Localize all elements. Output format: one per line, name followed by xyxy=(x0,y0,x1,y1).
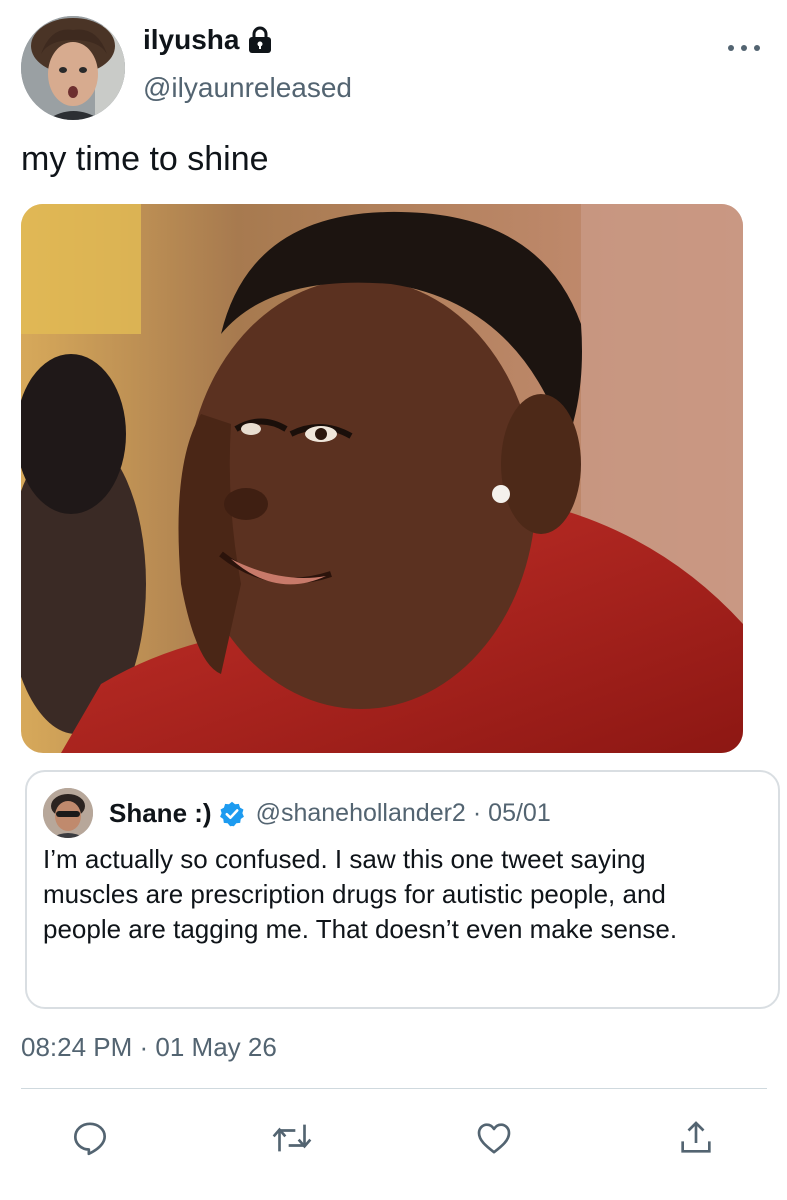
like-icon[interactable] xyxy=(472,1116,516,1160)
quoted-handle[interactable]: @shanehollander2 xyxy=(256,799,466,828)
share-icon[interactable] xyxy=(674,1116,718,1160)
retweet-icon[interactable] xyxy=(270,1116,314,1160)
quoted-avatar-photo xyxy=(43,788,93,838)
quoted-tweet[interactable]: Shane :) @shanehollander2 · 05/01 I’m ac… xyxy=(25,770,780,1009)
reply-icon[interactable] xyxy=(68,1116,112,1160)
divider xyxy=(21,1088,767,1089)
author-avatar[interactable] xyxy=(21,16,125,120)
lock-icon xyxy=(247,26,273,54)
smiling-man-photo xyxy=(21,204,743,753)
tweet-text: my time to shine xyxy=(21,140,269,178)
quoted-author-avatar[interactable] xyxy=(43,788,93,838)
avatar-photo xyxy=(21,16,125,120)
quoted-display-name[interactable]: Shane :) xyxy=(109,798,212,829)
quoted-header: Shane :) @shanehollander2 · 05/01 xyxy=(109,798,551,829)
author-handle[interactable]: @ilyaunreleased xyxy=(143,72,352,104)
tweet-media-image[interactable] xyxy=(21,204,743,753)
action-bar xyxy=(0,1116,787,1160)
more-options-icon[interactable] xyxy=(728,38,760,58)
verified-badge-icon xyxy=(218,800,246,828)
author-name-row: ilyusha xyxy=(143,24,273,56)
quoted-date: 05/01 xyxy=(488,799,551,827)
quoted-separator: · xyxy=(472,799,482,827)
author-display-name[interactable]: ilyusha xyxy=(143,24,239,56)
quoted-text: I’m actually so confused. I saw this one… xyxy=(43,844,678,944)
tweet-timestamp[interactable]: 08:24 PM · 01 May 26 xyxy=(21,1032,277,1063)
